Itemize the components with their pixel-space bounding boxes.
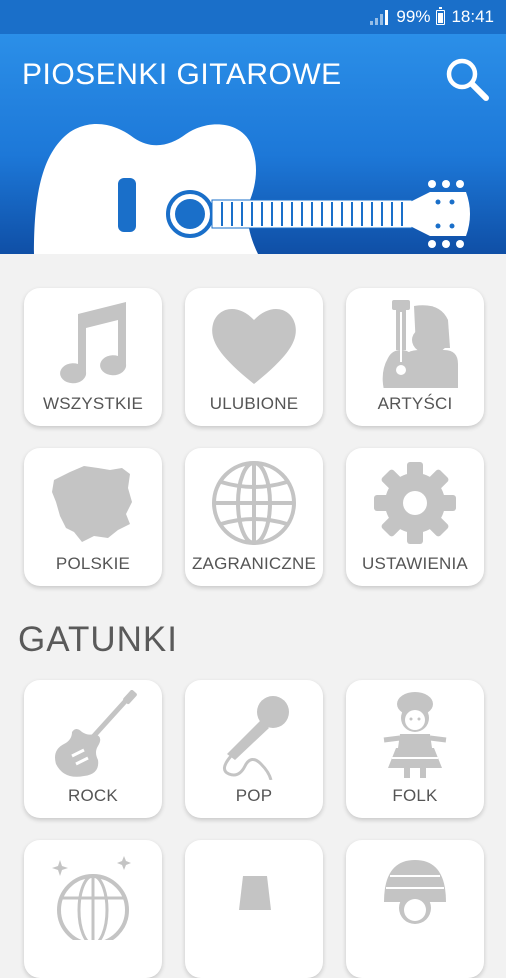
genres-section-title: GATUNKI — [18, 620, 178, 659]
menu-item-label: ZAGRANICZNE — [191, 554, 317, 573]
app-title: PIOSENKI GITAROWE — [22, 58, 342, 91]
battery-percent: 99% — [396, 7, 431, 26]
menu-item-label: ULUBIONE — [209, 394, 299, 413]
genre-item[interactable] — [185, 840, 323, 978]
folk-doll-icon — [383, 692, 447, 778]
genre-icon — [239, 876, 271, 910]
menu-item-favorites[interactable]: ULUBIONE — [185, 288, 323, 426]
genre-disco[interactable] — [24, 840, 162, 978]
genre-item[interactable] — [346, 840, 484, 978]
electric-guitar-icon — [55, 690, 137, 777]
microphone-icon — [223, 696, 289, 780]
menu-item-foreign[interactable]: ZAGRANICZNE — [185, 448, 323, 586]
globe-icon — [212, 461, 296, 545]
clock: 18:41 — [451, 7, 494, 26]
status-bar: 99% 18:41 — [0, 0, 506, 34]
menu-item-artists[interactable]: ARTYŚCI — [346, 288, 484, 426]
gear-icon — [374, 462, 456, 544]
menu-item-label: ARTYŚCI — [377, 394, 453, 413]
poland-map-icon — [52, 466, 132, 542]
artist-icon — [382, 300, 458, 388]
menu-item-label: USTAWIENIA — [362, 554, 468, 573]
guitar-banner-icon — [34, 124, 470, 254]
heart-icon — [212, 308, 296, 384]
menu-item-label: WSZYSTKIE — [42, 394, 144, 413]
signal-icon — [370, 9, 389, 25]
genre-icon — [384, 860, 446, 924]
genre-label: FOLK — [392, 786, 438, 805]
search-button[interactable] — [442, 54, 492, 104]
genre-label: ROCK — [68, 786, 118, 805]
app-header: PIOSENKI GITAROWE — [0, 34, 506, 254]
disco-ball-icon — [52, 856, 131, 940]
genre-folk[interactable]: FOLK — [346, 680, 484, 818]
menu-item-label: POLSKIE — [55, 554, 131, 573]
genre-label: POP — [235, 786, 273, 805]
menu-item-polish[interactable]: POLSKIE — [24, 448, 162, 586]
battery-icon — [436, 6, 446, 25]
genre-rock[interactable]: ROCK — [24, 680, 162, 818]
genre-pop[interactable]: POP — [185, 680, 323, 818]
menu-item-all[interactable]: WSZYSTKIE — [24, 288, 162, 426]
search-icon — [446, 58, 489, 101]
music-note-icon — [60, 302, 127, 384]
menu-item-settings[interactable]: USTAWIENIA — [346, 448, 484, 586]
